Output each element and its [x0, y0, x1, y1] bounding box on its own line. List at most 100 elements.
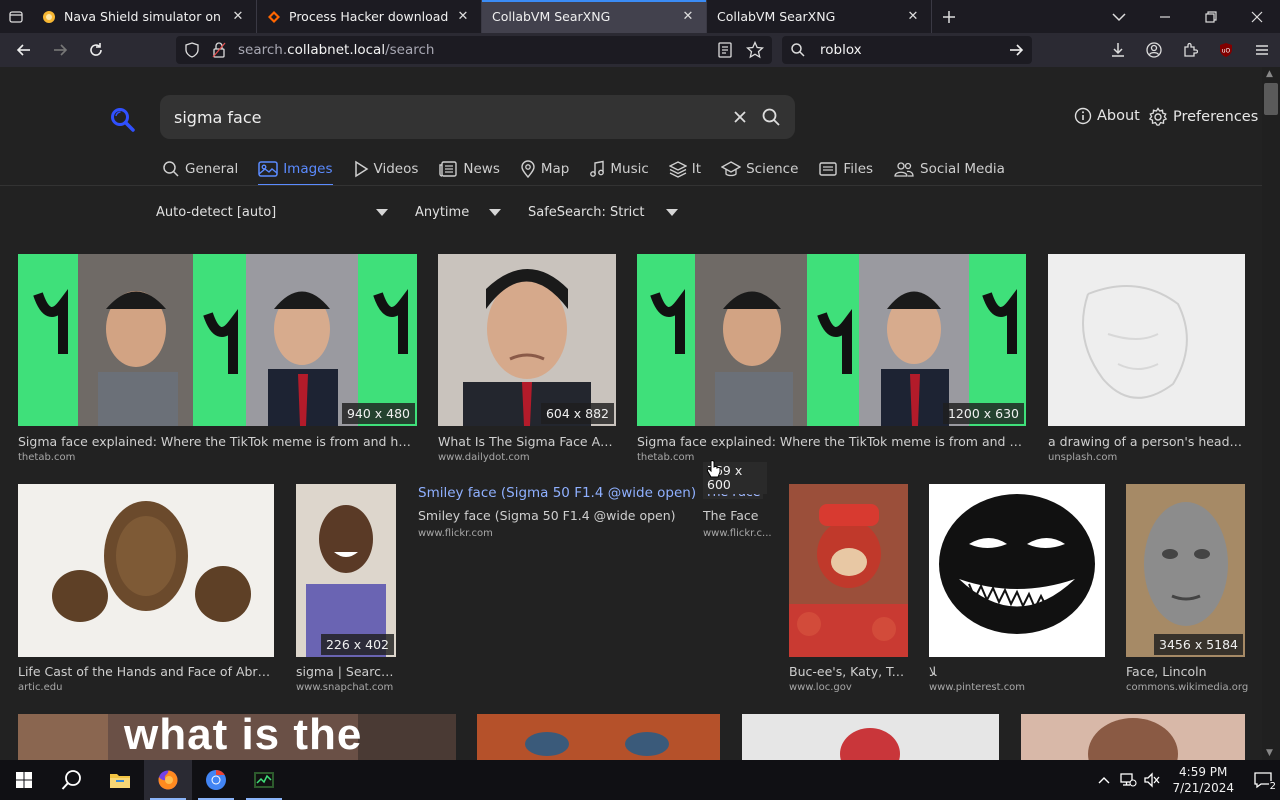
query-input[interactable]: sigma face — [174, 108, 727, 127]
close-tab-icon[interactable]: ✕ — [905, 9, 921, 25]
image-result[interactable]: Life Cast of the Hands and Face of Abrah… — [18, 484, 274, 694]
tab-social-media[interactable]: Social Media — [893, 156, 1005, 182]
result-thumbnail[interactable]: 604 x 882 — [438, 254, 616, 426]
image-result[interactable]: 940 x 480 Sigma face explained: Where th… — [18, 254, 417, 464]
back-button[interactable] — [6, 35, 42, 65]
result-thumbnail[interactable] — [1021, 714, 1245, 760]
flickr-result-title[interactable]: Smiley face (Sigma 50 F1.4 @wide open) — [418, 485, 696, 501]
close-tab-icon[interactable]: ✕ — [455, 9, 471, 25]
image-result[interactable]: what is the — [18, 714, 456, 760]
tab-overflow-button[interactable] — [1096, 0, 1142, 33]
result-thumbnail[interactable]: 3456 x 5184 — [1126, 484, 1245, 657]
tab-searxng[interactable]: CollabVM SearXNG ✕ — [707, 0, 932, 33]
taskbar-search-button[interactable] — [48, 760, 96, 800]
close-tab-icon[interactable]: ✕ — [680, 9, 696, 25]
volume-tray-icon[interactable] — [1140, 772, 1164, 788]
network-tray-icon[interactable] — [1116, 772, 1140, 788]
result-thumbnail[interactable] — [742, 714, 999, 760]
address-bar[interactable]: search.collabnet.local/search — [176, 36, 772, 64]
result-title[interactable]: a drawing of a person's head wit... — [1048, 434, 1245, 449]
scroll-up-arrow-icon[interactable]: ▲ — [1266, 69, 1273, 79]
result-thumbnail[interactable] — [929, 484, 1105, 657]
action-center-button[interactable]: 2 — [1246, 771, 1280, 792]
tab-process-hacker[interactable]: Process Hacker download | Sour ✕ — [257, 0, 482, 33]
result-title[interactable]: ﻼ — [929, 664, 1105, 679]
image-result[interactable]: a drawing of a person's head wit... unsp… — [1048, 254, 1245, 464]
result-thumbnail[interactable] — [477, 714, 720, 760]
firefox-taskbar-button[interactable] — [144, 760, 192, 800]
result-title[interactable]: Life Cast of the Hands and Face of Abrah… — [18, 664, 274, 679]
close-tab-icon[interactable]: ✕ — [230, 9, 246, 25]
tab-music[interactable]: Music — [589, 156, 649, 182]
image-result[interactable]: ﻼ www.pinterest.com — [929, 484, 1105, 694]
tab-news[interactable]: News — [438, 156, 500, 182]
scroll-down-arrow-icon[interactable]: ▼ — [1266, 748, 1273, 758]
tab-images[interactable]: Images — [258, 156, 333, 186]
extensions-button[interactable] — [1172, 35, 1208, 65]
about-link[interactable]: About — [1074, 107, 1140, 125]
downloads-button[interactable] — [1100, 35, 1136, 65]
tab-scratch[interactable]: Nava Shield simulator on Scratc ✕ — [32, 0, 257, 33]
shield-icon[interactable] — [184, 42, 200, 58]
app-menu-button[interactable] — [1244, 35, 1280, 65]
file-explorer-button[interactable] — [96, 760, 144, 800]
ublock-button[interactable]: uO — [1208, 35, 1244, 65]
tab-science[interactable]: Science — [721, 156, 798, 182]
minimize-button[interactable] — [1142, 0, 1188, 33]
result-thumbnail[interactable] — [1048, 254, 1245, 426]
tab-searxng-active[interactable]: CollabVM SearXNG ✕ — [482, 0, 707, 33]
result-title[interactable]: Buc-ee's, Katy, Te... — [789, 664, 908, 679]
insecure-lock-icon[interactable] — [212, 42, 226, 58]
submit-search-button[interactable] — [761, 107, 781, 127]
image-result[interactable]: Buc-ee's, Katy, Te... www.loc.gov — [789, 484, 908, 694]
result-thumbnail[interactable]: 1200 x 630 — [637, 254, 1026, 426]
result-thumbnail[interactable] — [789, 484, 908, 657]
bookmark-star-icon[interactable] — [746, 41, 764, 59]
close-window-button[interactable] — [1234, 0, 1280, 33]
account-button[interactable] — [1136, 35, 1172, 65]
page-scrollbar[interactable]: ▲ ▼ — [1262, 67, 1280, 760]
image-result[interactable]: 226 x 402 sigma | Search ... www.snapcha… — [296, 484, 400, 694]
tab-it[interactable]: It — [668, 156, 701, 182]
result-title[interactable]: What Is The Sigma Face An... — [438, 434, 616, 449]
result-thumbnail[interactable]: 940 x 480 — [18, 254, 417, 426]
result-title[interactable]: sigma | Search ... — [296, 664, 400, 679]
web-search-box[interactable]: roblox — [782, 36, 1032, 64]
tab-list-button[interactable] — [0, 0, 32, 33]
new-tab-button[interactable] — [932, 0, 966, 33]
result-title[interactable]: Face, Lincoln — [1126, 664, 1245, 679]
process-hacker-taskbar-button[interactable] — [240, 760, 288, 800]
result-title[interactable]: Sigma face explained: Where the TikTok m… — [637, 434, 1026, 449]
image-result[interactable] — [1021, 714, 1245, 760]
reader-view-icon[interactable] — [718, 42, 732, 58]
result-thumbnail[interactable]: 226 x 402 — [296, 484, 396, 657]
scrollbar-thumb[interactable] — [1264, 83, 1278, 115]
safesearch-select[interactable]: SafeSearch: Strict — [528, 201, 678, 223]
query-search-box[interactable]: sigma face — [160, 95, 795, 139]
language-select[interactable]: Auto-detect [auto] — [156, 201, 388, 223]
go-arrow-icon[interactable] — [1008, 42, 1024, 58]
result-thumbnail[interactable]: what is the — [18, 714, 456, 760]
image-result[interactable] — [742, 714, 999, 760]
clear-query-button[interactable] — [727, 110, 753, 124]
image-result[interactable]: 1200 x 630 Sigma face explained: Where t… — [637, 254, 1026, 464]
tab-general[interactable]: General — [162, 156, 238, 182]
searxng-logo[interactable] — [110, 107, 136, 133]
image-result[interactable] — [477, 714, 720, 760]
time-range-select[interactable]: Anytime — [415, 201, 501, 223]
the-face-result-title[interactable]: The Face — [703, 508, 759, 523]
result-title[interactable]: Sigma face explained: Where the TikTok m… — [18, 434, 417, 449]
tab-map[interactable]: Map — [520, 156, 569, 182]
tab-videos[interactable]: Videos — [353, 156, 418, 182]
preferences-link[interactable]: Preferences — [1148, 107, 1258, 127]
show-hidden-icons-button[interactable] — [1092, 776, 1116, 784]
chrome-taskbar-button[interactable] — [192, 760, 240, 800]
taskbar-clock[interactable]: 4:59 PM 7/21/2024 — [1172, 764, 1234, 796]
result-thumbnail[interactable] — [18, 484, 274, 657]
forward-button[interactable] — [42, 35, 78, 65]
tab-files[interactable]: Files — [818, 156, 873, 182]
image-result[interactable]: 3456 x 5184 Face, Lincoln commons.wikime… — [1126, 484, 1248, 694]
image-result[interactable]: 604 x 882 What Is The Sigma Face An... w… — [438, 254, 616, 464]
start-button[interactable] — [0, 760, 48, 800]
reload-button[interactable] — [78, 35, 114, 65]
